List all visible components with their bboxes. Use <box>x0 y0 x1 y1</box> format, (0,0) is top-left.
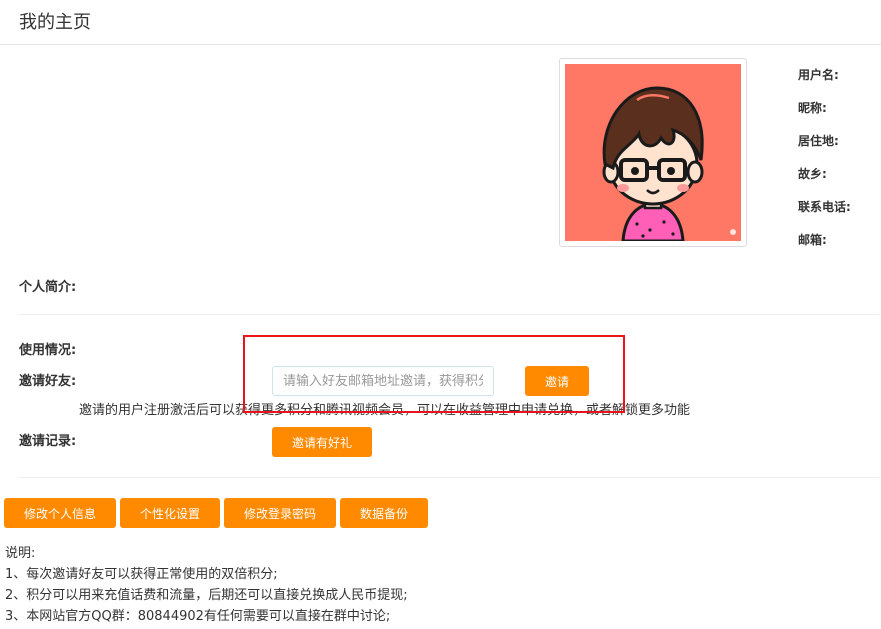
invite-gift-button[interactable]: 邀请有好礼 <box>272 427 372 457</box>
edit-profile-button[interactable]: 修改个人信息 <box>4 498 116 528</box>
invite-button[interactable]: 邀请 <box>525 366 589 396</box>
email-label: 邮箱: <box>798 233 827 247</box>
title-divider <box>0 44 881 45</box>
note-item: 3、本网站官方QQ群：80844902有任何需要可以直接在群中讨论; <box>5 609 391 624</box>
avatar-image <box>565 64 741 241</box>
note-item: 2、积分可以用来充值话费和流量，后期还可以直接兑换成人民币提现; <box>5 588 408 603</box>
note-item: 1、每次邀请好友可以获得正常使用的双倍积分; <box>5 567 278 582</box>
avatar-illustration <box>565 64 741 241</box>
invite-note: 邀请的用户注册激活后可以获得更多积分和腾讯视频会员，可以在收益管理中申请兑换，或… <box>79 403 691 418</box>
nickname-label: 昵称: <box>798 101 827 115</box>
username-label: 用户名: <box>798 68 839 82</box>
section-divider-top <box>19 314 879 315</box>
personalize-settings-button[interactable]: 个性化设置 <box>120 498 220 528</box>
hometown-label: 故乡: <box>798 167 827 181</box>
usage-label: 使用情况: <box>19 343 77 358</box>
profile-page: 我的主页 用户名: 昵称: 居住地: 故乡: 联系电话: 邮箱: 个人简介: 使… <box>0 0 881 629</box>
notes-title: 说明: <box>5 546 36 561</box>
residence-label: 居住地: <box>798 134 839 148</box>
phone-label: 联系电话: <box>798 200 851 214</box>
invite-email-input[interactable] <box>272 366 494 396</box>
page-title: 我的主页 <box>19 12 91 33</box>
invite-label: 邀请好友: <box>19 374 77 389</box>
bio-label: 个人简介: <box>19 280 77 295</box>
invite-records-label: 邀请记录: <box>19 434 77 449</box>
data-backup-button[interactable]: 数据备份 <box>340 498 428 528</box>
change-password-button[interactable]: 修改登录密码 <box>224 498 336 528</box>
section-divider-bottom <box>19 477 879 478</box>
avatar[interactable] <box>559 58 747 247</box>
